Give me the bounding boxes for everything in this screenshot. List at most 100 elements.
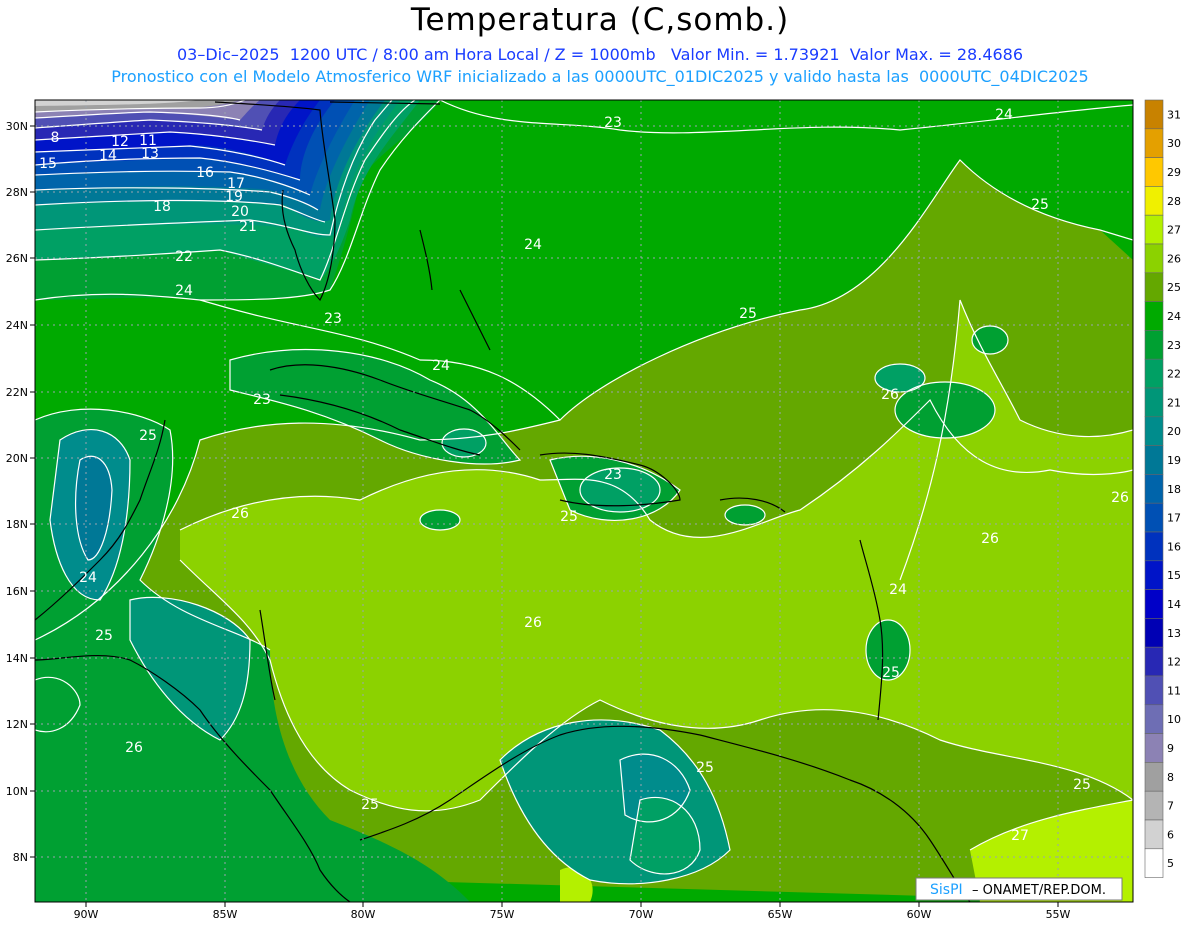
lon-label: 65W xyxy=(768,908,793,921)
legend-label: 22 xyxy=(1167,368,1181,381)
lat-label: 12N xyxy=(6,718,28,731)
legend-swatch xyxy=(1144,502,1164,533)
lon-label: 90W xyxy=(74,908,99,921)
temperature-field xyxy=(35,100,1133,902)
legend-swatch xyxy=(1144,243,1164,274)
legend-swatch xyxy=(1144,416,1164,446)
contour-label: 23 xyxy=(253,392,271,408)
lat-label: 22N xyxy=(6,386,28,399)
lat-label: 8N xyxy=(13,851,28,864)
lat-label: 18N xyxy=(6,518,28,531)
legend-label: 25 xyxy=(1167,281,1181,294)
lon-label: 70W xyxy=(629,908,654,921)
contour-label: 25 xyxy=(560,509,578,525)
contour-label: 24 xyxy=(79,570,97,586)
legend-label: 26 xyxy=(1167,252,1181,265)
legend-label: 29 xyxy=(1167,166,1181,179)
latitude-labels: 30N 28N 26N 24N 22N 20N 18N 16N 14N 12N 10N 8N xyxy=(6,120,35,864)
contour-label: 18 xyxy=(153,199,171,215)
contour-label: 16 xyxy=(196,165,214,181)
legend-label: 19 xyxy=(1167,454,1181,467)
contour-label: 23 xyxy=(324,311,342,327)
contour-label: 25 xyxy=(95,628,113,644)
legend-label: 23 xyxy=(1167,339,1181,352)
legend-label: 8 xyxy=(1167,771,1174,784)
color-legend: 31 30 29 28 27 26 25 24 23 22 21 20 19 18 17 16 15 14 13 12… xyxy=(1144,99,1181,878)
contour-label: 24 xyxy=(175,283,193,299)
legend-label: 11 xyxy=(1167,684,1181,697)
contour-label: 25 xyxy=(739,306,757,322)
lat-label: 14N xyxy=(6,652,28,665)
credit-box: SisPI – ONAMET/REP.DOM. xyxy=(915,877,1123,901)
lat-label: 10N xyxy=(6,785,28,798)
credit-agency: – ONAMET/REP.DOM. xyxy=(972,883,1106,898)
legend-label: 17 xyxy=(1167,512,1181,525)
legend-swatch xyxy=(1144,99,1164,130)
legend-swatch xyxy=(1144,358,1164,389)
contour-label: 26 xyxy=(524,615,542,631)
longitude-labels: 90W 85W 80W 75W 70W 65W 60W 55W xyxy=(74,902,1071,921)
contour-label: 23 xyxy=(604,467,622,483)
legend-label: 15 xyxy=(1167,569,1181,582)
contour-label: 26 xyxy=(125,740,143,756)
lat-label: 24N xyxy=(6,319,28,332)
legend-label: 6 xyxy=(1167,828,1174,841)
legend-label: 10 xyxy=(1167,713,1181,726)
lat-label: 16N xyxy=(6,585,28,598)
contour-label: 24 xyxy=(995,107,1013,123)
legend-swatch xyxy=(1144,186,1164,216)
legend-swatch xyxy=(1144,819,1164,850)
contour-label: 20 xyxy=(231,204,249,220)
contour-label: 27 xyxy=(1011,828,1029,844)
legend-swatch xyxy=(1144,445,1164,475)
contour-label: 26 xyxy=(981,531,999,547)
contour-label: 24 xyxy=(889,582,907,598)
lat-label: 30N xyxy=(6,120,28,133)
contour-label: 25 xyxy=(361,797,379,813)
contour-label: 25 xyxy=(139,428,157,444)
legend-label: 16 xyxy=(1167,540,1181,553)
legend-label: 28 xyxy=(1167,195,1181,208)
legend-swatch xyxy=(1144,589,1164,619)
lat-label: 20N xyxy=(6,452,28,465)
legend-label: 31 xyxy=(1167,108,1181,121)
legend-swatch xyxy=(1144,387,1164,418)
legend-swatch xyxy=(1144,733,1164,763)
legend-swatch xyxy=(1144,330,1164,360)
contour-label: 24 xyxy=(524,237,542,253)
lon-label: 60W xyxy=(907,908,932,921)
legend-label: 14 xyxy=(1167,598,1181,611)
legend-label: 30 xyxy=(1167,137,1181,150)
legend-swatch xyxy=(1144,675,1164,706)
credit-brand: SisPI xyxy=(930,882,963,898)
contour-label: 26 xyxy=(881,387,899,403)
contour-label: 25 xyxy=(1073,777,1091,793)
legend-label: 18 xyxy=(1167,483,1181,496)
legend-swatch xyxy=(1144,848,1164,878)
lon-label: 85W xyxy=(213,908,238,921)
legend-label: 20 xyxy=(1167,425,1181,438)
legend-swatch xyxy=(1144,157,1164,187)
contour-label: 24 xyxy=(432,358,450,374)
legend-label: 7 xyxy=(1167,800,1174,813)
legend-label: 27 xyxy=(1167,224,1181,237)
legend-label: 24 xyxy=(1167,310,1181,323)
legend-swatch xyxy=(1144,618,1164,648)
legend-label: 21 xyxy=(1167,396,1181,409)
legend-swatch xyxy=(1144,762,1164,792)
contour-label: 8 xyxy=(51,130,60,146)
contour-label: 25 xyxy=(696,760,714,776)
legend-swatch xyxy=(1144,474,1164,504)
legend-swatch xyxy=(1144,704,1164,734)
legend-label: 5 xyxy=(1167,857,1174,870)
contour-label: 25 xyxy=(882,665,900,681)
lon-label: 80W xyxy=(351,908,376,921)
legend-label: 12 xyxy=(1167,656,1181,669)
lat-label: 26N xyxy=(6,252,28,265)
legend-swatch xyxy=(1144,531,1164,562)
legend-swatch xyxy=(1144,790,1164,821)
contour-label: 25 xyxy=(1031,197,1049,213)
contour-label: 21 xyxy=(239,219,257,235)
contour-label: 13 xyxy=(141,146,159,162)
contour-label: 15 xyxy=(39,156,57,172)
